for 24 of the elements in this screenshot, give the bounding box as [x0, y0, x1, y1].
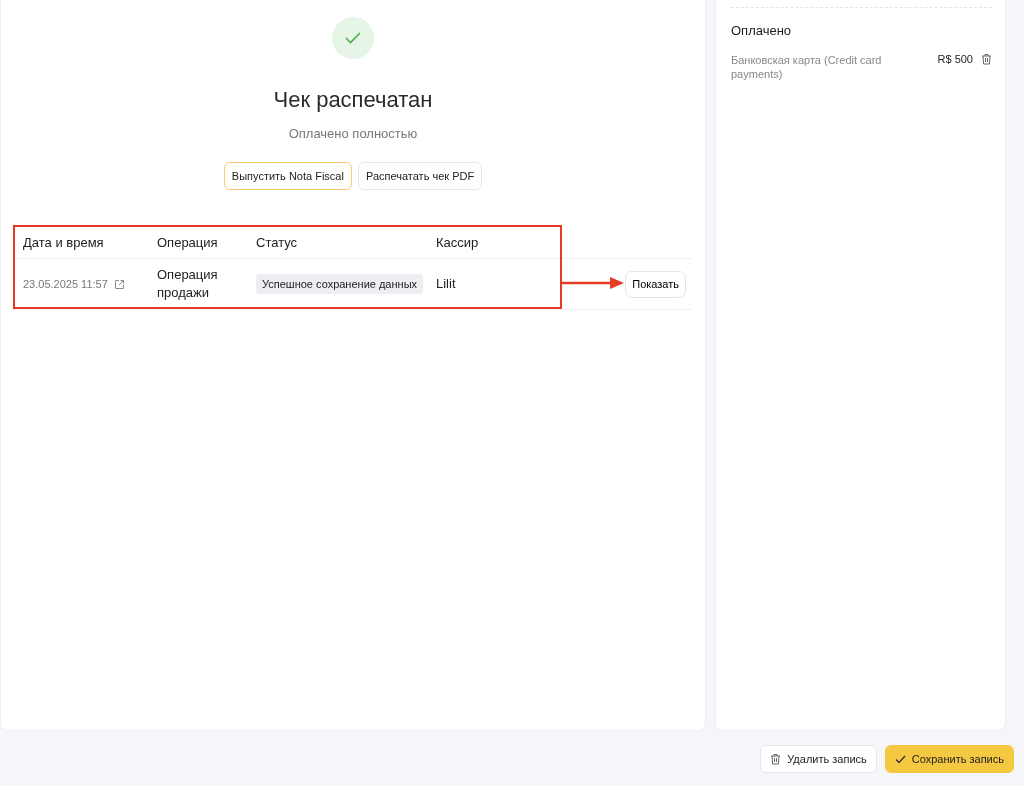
status-tag: Успешное сохранение данных: [256, 274, 424, 294]
trash-icon: [981, 53, 992, 65]
column-header: Операция: [157, 234, 219, 250]
column-header: Кассир: [436, 234, 480, 250]
issue-invoice-button[interactable]: Выпустить Nota Fiscal: [223, 162, 352, 190]
column-header: Дата и время: [23, 234, 105, 250]
section-title: Оплачено: [731, 23, 793, 38]
column-header: Статус: [256, 234, 299, 250]
check-icon: [894, 754, 906, 764]
delete-button[interactable]: Удалить запись: [760, 745, 877, 773]
operation-cell-text: Операция продажи: [157, 266, 219, 302]
payment-method: Банковская карта (Credit card payments): [731, 53, 883, 81]
trash-icon: [770, 753, 782, 765]
receipt-title: Чек распечатан: [273, 87, 433, 113]
external-link-icon[interactable]: [113, 278, 125, 290]
payment-amount: R$ 500: [937, 53, 973, 65]
date-cell: 23.05.2025 11:57: [23, 278, 108, 290]
payment-status: Оплачено полностью: [288, 126, 418, 141]
show-button[interactable]: Показать: [625, 270, 686, 298]
save-button[interactable]: Сохранить запись: [884, 745, 1014, 773]
annotation-arrow: [562, 276, 625, 290]
print-pdf-button[interactable]: Распечатать чек PDF: [357, 162, 483, 190]
cashier-cell: Lilit: [436, 275, 456, 293]
check-icon: [345, 32, 361, 44]
